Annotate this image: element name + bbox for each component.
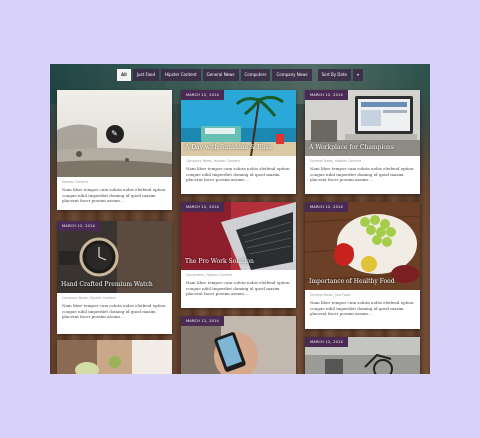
post-title[interactable]: Importance of Healthy Food xyxy=(309,278,395,285)
post-card-bike[interactable]: MARCH 12, 2014 xyxy=(305,337,420,374)
post-date: MARCH 12, 2014 xyxy=(181,316,225,326)
filter-general-news-button[interactable]: General News xyxy=(202,69,239,81)
post-card-prowork[interactable]: MARCH 12, 2014 The Pro Work Solution Com… xyxy=(181,202,296,308)
post-excerpt: Nam liber tempor cum soluta nobis eleife… xyxy=(62,303,166,319)
post-meta: Company News, Hipster Content xyxy=(62,296,116,300)
post-image-bike[interactable]: MARCH 12, 2014 xyxy=(305,337,420,374)
post-card-phone[interactable]: MARCH 12, 2014 xyxy=(181,316,296,374)
post-excerpt: Nam liber tempor cum soluta nobis eleife… xyxy=(186,280,290,296)
post-image-phone[interactable]: MARCH 12, 2014 xyxy=(181,316,296,374)
post-excerpt: Nam liber tempor cum soluta nobis eleife… xyxy=(62,187,166,203)
post-title[interactable]: A Workplace for Champions xyxy=(309,144,394,151)
post-card-drink[interactable] xyxy=(57,340,172,374)
post-title[interactable]: A Day with Sunshine & Bliss xyxy=(185,144,272,151)
post-date: MARCH 12, 2014 xyxy=(305,90,349,100)
post-date: MARCH 12, 2014 xyxy=(305,202,349,212)
post-card-watch[interactable]: MARCH 12, 2014 Hand Crafted Premium Watc… xyxy=(57,221,172,334)
post-card-food[interactable]: MARCH 12, 2014 Importance of Healthy Foo… xyxy=(305,202,420,329)
post-title[interactable]: Hand Crafted Premium Watch xyxy=(61,281,153,288)
post-date: MARCH 12, 2014 xyxy=(181,90,225,100)
post-meta: General News, Just Food xyxy=(310,293,351,297)
post-date: MARCH 12, 2014 xyxy=(305,337,349,347)
sort-select[interactable]: Sort By Date xyxy=(317,69,351,81)
post-meta: Company News, Hipster Content xyxy=(186,159,240,163)
drink-photo xyxy=(57,340,172,374)
post-image-watch[interactable]: MARCH 12, 2014 Hand Crafted Premium Watc… xyxy=(57,221,172,293)
filter-toolbar: All Just Food Hipster Content General Ne… xyxy=(50,69,430,81)
post-image-prowork[interactable]: MARCH 12, 2014 The Pro Work Solution xyxy=(181,202,296,270)
sort-arrow-icon[interactable]: ▾ xyxy=(353,69,364,81)
post-card-sunshine[interactable]: MARCH 12, 2014 A Day with Sunshine & Bli… xyxy=(181,90,296,194)
post-excerpt: Nam liber tempor cum soluta nobis eleife… xyxy=(310,300,414,316)
filter-just-food-button[interactable]: Just Food xyxy=(132,69,160,81)
post-meta: General News, Hipster Content xyxy=(310,159,362,163)
filter-all-button[interactable]: All xyxy=(116,69,131,81)
filter-hipster-content-button[interactable]: Hipster Content xyxy=(161,69,201,81)
post-image-workplace[interactable]: MARCH 12, 2014 A Workplace for Champions xyxy=(305,90,420,156)
portfolio-frame: All Just Food Hipster Content General Ne… xyxy=(50,64,430,374)
post-meta: Computers, Hipster Content xyxy=(186,273,233,277)
filter-company-news-button[interactable]: Company News xyxy=(272,69,312,81)
post-title[interactable]: The Pro Work Solution xyxy=(185,258,254,265)
post-image-sunshine[interactable]: MARCH 12, 2014 A Day with Sunshine & Bli… xyxy=(181,90,296,156)
post-image-drink[interactable] xyxy=(57,340,172,374)
post-date: MARCH 12, 2014 xyxy=(57,221,101,231)
food-photo xyxy=(305,202,420,290)
post-date: MARCH 12, 2014 xyxy=(181,202,225,212)
filter-computers-button[interactable]: Computers xyxy=(240,69,271,81)
post-card-beach[interactable]: ✎ Hipster Content Nam liber tempor cum s… xyxy=(57,90,172,210)
post-card-workplace[interactable]: MARCH 12, 2014 A Workplace for Champions… xyxy=(305,90,420,194)
post-excerpt: Nam liber tempor cum soluta nobis eleife… xyxy=(310,166,414,182)
post-image-beach[interactable]: ✎ xyxy=(57,90,172,177)
edit-icon: ✎ xyxy=(105,124,124,143)
post-image-food[interactable]: MARCH 12, 2014 Importance of Healthy Foo… xyxy=(305,202,420,290)
post-excerpt: Nam liber tempor cum soluta nobis eleife… xyxy=(186,166,290,182)
post-meta: Hipster Content xyxy=(62,180,89,184)
